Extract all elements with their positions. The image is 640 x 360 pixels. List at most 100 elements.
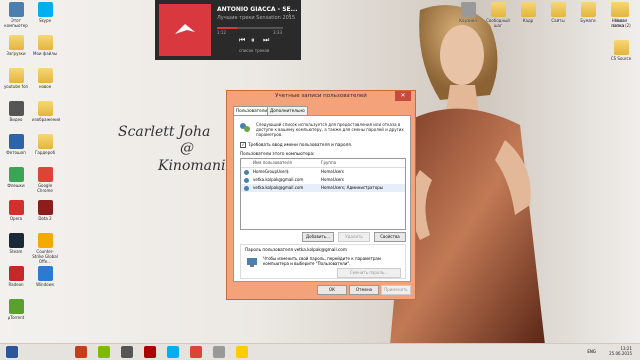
- desktop-icon-left-11[interactable]: Google Chrome: [32, 167, 58, 193]
- taskbar-app-3-icon[interactable]: [75, 346, 87, 358]
- folder-icon: [520, 2, 536, 17]
- users-table[interactable]: Имя пользователя Группа HomeGroupUser$ Ho…: [240, 158, 406, 230]
- desktop-icon-left-8[interactable]: Фотошоп: [3, 134, 29, 155]
- properties-button[interactable]: Свойства: [374, 232, 406, 242]
- desktop-icon-label: CS Source: [610, 56, 632, 61]
- desktop-icon-left-0[interactable]: Этот компьютер: [3, 2, 29, 28]
- app-icon: [8, 200, 24, 215]
- ok-button[interactable]: ОК: [317, 285, 347, 295]
- desktop-icon-right-3[interactable]: Сайты: [545, 2, 571, 23]
- desktop-icon-label: Гардероб: [34, 150, 56, 155]
- require-password-checkbox[interactable]: ✓ Требовать ввод имени пользователя и пар…: [240, 142, 352, 148]
- desktop-icon-label: Загрузки: [6, 51, 26, 56]
- signature-brand: Kinomania: [158, 158, 234, 174]
- folder-icon: [613, 40, 629, 55]
- desktop-icon-left-1[interactable]: Skype: [32, 2, 58, 23]
- dialog-title: Учетные записи пользователей: [275, 93, 367, 99]
- desktop-icon-right-2[interactable]: Кадр: [515, 2, 541, 23]
- seek-bar[interactable]: [217, 27, 283, 29]
- user-icon: [244, 186, 249, 191]
- desktop-icon-right-6[interactable]: Новая папка (2): [608, 2, 634, 28]
- table-row[interactable]: HomeGroupUser$ HomeUsers: [241, 168, 405, 176]
- desktop-icon-right-1[interactable]: Свободный шаг: [485, 2, 511, 28]
- desktop-icon-left-10[interactable]: Флешки: [3, 167, 29, 188]
- desktop-icon-right-0[interactable]: Корзина: [455, 2, 481, 23]
- tab-advanced[interactable]: Дополнительно: [267, 106, 308, 115]
- users-list-header: Пользователи этого компьютера:: [240, 151, 315, 156]
- duration-time: 3:33: [273, 30, 282, 35]
- desktop-icon-left-17[interactable]: Windows: [32, 266, 58, 287]
- signature-at: @: [180, 140, 194, 156]
- album-name: Лучшие треки Sensation 2015: [217, 15, 296, 21]
- desktop-icon-label: Windows: [36, 282, 54, 287]
- desktop-icon-right-7[interactable]: CS Source: [608, 40, 634, 61]
- desktop-icon-label: новое: [38, 84, 52, 89]
- desktop-icon-left-7[interactable]: изображения: [32, 101, 60, 122]
- desktop-icon-left-6[interactable]: Видео: [3, 101, 29, 122]
- music-player-widget[interactable]: ANTONIO GIACCA - SE... Лучшие треки Sens…: [155, 0, 301, 60]
- pause-icon[interactable]: ⏸: [251, 36, 255, 45]
- taskbar-app-1-icon[interactable]: [29, 346, 41, 358]
- desktop-icon-label: Google Chrome: [37, 183, 53, 193]
- desktop-icon-left-9[interactable]: Гардероб: [32, 134, 58, 155]
- desktop-icon-right-4[interactable]: Бумаги: [575, 2, 601, 23]
- user-group: HomeUsers: [321, 177, 345, 182]
- add-button[interactable]: Добавить...: [302, 232, 334, 242]
- user-accounts-dialog: Учетные записи пользователей ✕ Пользоват…: [226, 90, 416, 300]
- tracklist-link[interactable]: список треков: [239, 48, 269, 53]
- app-icon: [460, 2, 476, 17]
- desktop-icon-label: Флешки: [7, 183, 25, 188]
- desktop-icon-left-15[interactable]: Counter-Strike Global Offe...: [32, 233, 58, 264]
- elapsed-time: 1:12: [217, 30, 226, 35]
- checkbox-label: Требовать ввод имени пользователя и паро…: [248, 142, 353, 147]
- taskbar-app-2-icon[interactable]: [52, 346, 64, 358]
- user-name: vetka.kolpak@gmail.com: [253, 185, 304, 190]
- folder-icon: [580, 2, 596, 17]
- app-icon: [8, 134, 24, 149]
- checkbox-mark[interactable]: ✓: [240, 142, 246, 148]
- desktop-icon-label: Кадр: [522, 18, 534, 23]
- next-icon[interactable]: ⏭: [263, 36, 269, 45]
- taskbar-app-6-icon[interactable]: [144, 346, 156, 358]
- prev-icon[interactable]: ⏮: [239, 36, 245, 45]
- app-icon: [8, 266, 24, 281]
- tab-users[interactable]: Пользователи: [233, 106, 271, 115]
- password-section: Пароль пользователя vetka.kolpak@gmail.c…: [240, 244, 406, 279]
- desktop-icon-label: Steam: [9, 249, 23, 254]
- cancel-button[interactable]: Отмена: [349, 285, 379, 295]
- desktop-icon-left-3[interactable]: Мои файлы: [32, 35, 58, 56]
- folder-icon: [37, 101, 53, 116]
- desktop-icon-left-13[interactable]: Dota 2: [32, 200, 58, 221]
- desktop-icon-left-12[interactable]: Opera: [3, 200, 29, 221]
- desktop-icon-left-16[interactable]: Radeon: [3, 266, 29, 287]
- taskbar-app-10-icon[interactable]: [236, 346, 248, 358]
- desktop-icon-label: Counter-Strike Global Offe...: [32, 249, 58, 264]
- desktop-icon-left-2[interactable]: Загрузки: [3, 35, 29, 56]
- taskbar-app-4-icon[interactable]: [98, 346, 110, 358]
- dialog-description: Следующий список используется для предос…: [256, 122, 404, 137]
- change-password-button[interactable]: Сменить пароль...: [337, 268, 401, 278]
- menu-icon[interactable]: ⋮: [287, 12, 292, 18]
- col-name[interactable]: Имя пользователя: [253, 159, 292, 167]
- taskbar-app-7-icon[interactable]: [167, 346, 179, 358]
- col-group[interactable]: Группа: [321, 159, 336, 167]
- desktop-icon-left-4[interactable]: youtube fon: [3, 68, 29, 89]
- taskbar-app-0-icon[interactable]: [6, 346, 18, 358]
- tray-clock[interactable]: 13:21 25.06.2015: [609, 346, 632, 356]
- table-row[interactable]: vetka.kolpak@gmail.com HomeUsers; Админис…: [241, 184, 405, 192]
- desktop-icon-left-5[interactable]: новое: [32, 68, 58, 89]
- password-header: Пароль пользователя vetka.kolpak@gmail.c…: [245, 247, 347, 252]
- close-button[interactable]: ✕: [395, 91, 411, 101]
- table-row[interactable]: vetka.kolpak@gmail.com HomeUsers: [241, 176, 405, 184]
- app-icon: [8, 2, 24, 17]
- desktop-icon-left-14[interactable]: Steam: [3, 233, 29, 254]
- language-indicator[interactable]: ENG: [587, 349, 596, 354]
- remove-button[interactable]: Удалить: [338, 232, 370, 242]
- taskbar: 13:21 25.06.2015 ENG: [0, 343, 640, 360]
- taskbar-app-8-icon[interactable]: [190, 346, 202, 358]
- taskbar-app-9-icon[interactable]: [213, 346, 225, 358]
- apply-button[interactable]: Применить: [381, 285, 411, 295]
- desktop-icon-left-18[interactable]: µTorrent: [3, 299, 29, 320]
- app-icon: [37, 266, 53, 281]
- taskbar-app-5-icon[interactable]: [121, 346, 133, 358]
